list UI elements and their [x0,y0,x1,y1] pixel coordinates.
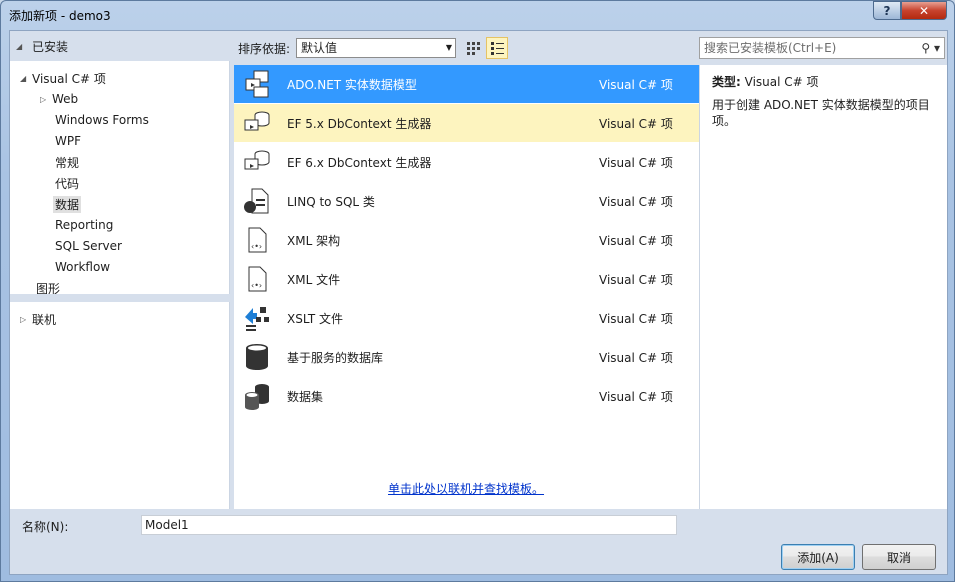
template-name: EF 5.x DbContext 生成器 [287,117,432,131]
linq-icon [244,188,269,214]
tree-item-label: SQL Server [55,239,122,253]
list-view-button[interactable] [486,37,508,59]
template-name: XML 文件 [287,273,341,287]
ef-generator-icon [244,111,270,131]
tree-item-visual-csharp[interactable]: ◢ Visual C# 项 [20,68,106,88]
sort-label: 排序依据: [238,42,291,56]
template-type: Visual C# 项 [599,156,673,170]
search-placeholder: 搜索已安装模板(Ctrl+E) [704,41,837,55]
details-type-value: Visual C# 项 [744,75,819,89]
cancel-button[interactable]: 取消 [862,544,936,570]
template-type: Visual C# 项 [599,312,673,326]
tree-item-data[interactable]: 数据 [53,194,82,214]
grid-view-icon [467,42,480,55]
template-type: Visual C# 项 [599,78,673,92]
tree-item-sql-server[interactable]: SQL Server [55,236,122,256]
template-name: ADO.NET 实体数据模型 [287,78,417,92]
tree-item-online[interactable]: ▷ 联机 [20,309,56,329]
name-label: 名称(N): [22,520,69,534]
template-name: 数据集 [287,390,324,404]
chevron-down-icon: ▼ [445,43,452,52]
installed-header[interactable]: ◢ 已安装 [10,31,230,61]
template-row-ef6[interactable]: EF 6.x DbContext 生成器 Visual C# 项 [234,143,699,181]
sort-value: 默认值 [301,41,338,55]
tree-item-label: Reporting [55,218,114,232]
title-bar[interactable]: 添加新项 - demo3 ? ✕ [1,1,954,29]
collapsed-arrow-icon[interactable]: ▷ [20,315,32,324]
add-button[interactable]: 添加(A) [781,544,855,570]
tree-item-label: Windows Forms [55,113,149,127]
dialog-client: ◢ 已安装 ◢ Visual C# 项 ▷ Web Windows Forms … [9,30,948,575]
details-pane: 类型: Visual C# 项 用于创建 ADO.NET 实体数据模型的项目项。 [699,65,947,509]
template-type: Visual C# 项 [599,195,673,209]
tree-item-label: 联机 [32,312,57,327]
tree-item-label: Visual C# 项 [32,71,106,86]
entity-model-icon [245,70,269,98]
template-row-dataset[interactable]: 数据集 Visual C# 项 [234,377,699,415]
tree-item-label: Web [52,92,79,106]
template-list: ADO.NET 实体数据模型 Visual C# 项 EF 5.x DbCont… [234,65,699,509]
xslt-icon [245,307,269,331]
xml-schema-icon: ‹•› [248,227,267,253]
pane-separator [10,294,230,302]
template-row-xml-schema[interactable]: ‹•› XML 架构 Visual C# 项 [234,221,699,259]
medium-icons-view-button[interactable] [462,37,484,59]
template-type: Visual C# 项 [599,234,673,248]
template-type: Visual C# 项 [599,351,673,365]
template-type: Visual C# 项 [599,390,673,404]
svg-text:‹•›: ‹•› [251,281,262,290]
template-name: XSLT 文件 [287,312,344,326]
category-pane: ◢ 已安装 ◢ Visual C# 项 ▷ Web Windows Forms … [10,31,230,509]
dataset-icon [245,384,269,410]
window-title: 添加新项 - demo3 [9,9,111,23]
ef-generator-icon [244,150,270,170]
find-online-templates-link[interactable]: 单击此处以联机并查找模板。 [388,480,544,497]
template-name: EF 6.x DbContext 生成器 [287,156,432,170]
template-type: Visual C# 项 [599,117,673,131]
tree-item-label: 常规 [55,155,80,170]
template-row-linq[interactable]: LINQ to SQL 类 Visual C# 项 [234,182,699,220]
tree-item-code[interactable]: 代码 [55,173,79,193]
tree-item-workflow[interactable]: Workflow [55,257,110,277]
template-name: 基于服务的数据库 [287,351,384,365]
tree-item-label: WPF [55,134,82,148]
template-name: LINQ to SQL 类 [287,195,375,209]
template-name: XML 架构 [287,234,341,248]
svg-text:‹•›: ‹•› [251,242,262,251]
collapse-triangle-icon: ◢ [16,41,23,51]
template-row-ado-net[interactable]: ADO.NET 实体数据模型 Visual C# 项 [234,65,699,103]
sort-toolbar: 排序依据: 默认值 ▼ [234,36,698,60]
help-button[interactable]: ? [873,1,901,20]
tree-item-label: 数据 [53,195,82,213]
tree-item-windows-forms[interactable]: Windows Forms [55,110,149,130]
tree-item-general[interactable]: 常规 [55,152,79,172]
details-description: 用于创建 ADO.NET 实体数据模型的项目项。 [712,98,930,128]
search-input[interactable]: 搜索已安装模板(Ctrl+E) ⚲ ▾ [699,37,945,59]
collapsed-arrow-icon[interactable]: ▷ [40,95,52,104]
details-type: 类型: Visual C# 项 [712,73,819,90]
tree-item-reporting[interactable]: Reporting [55,215,113,235]
name-field[interactable]: Model1 [141,515,677,535]
dialog-window: 添加新项 - demo3 ? ✕ ◢ 已安装 ◢ Visual C# 项 ▷ W… [0,0,955,582]
tree-item-wpf[interactable]: WPF [55,131,81,151]
sort-combo[interactable]: 默认值 ▼ [296,38,456,58]
tree-item-web[interactable]: ▷ Web [40,89,78,109]
installed-label: 已安装 [32,39,69,54]
expanded-arrow-icon[interactable]: ◢ [20,74,32,83]
template-type: Visual C# 项 [599,273,673,287]
template-row-xslt[interactable]: XSLT 文件 Visual C# 项 [234,299,699,337]
close-button[interactable]: ✕ [901,1,947,20]
database-icon [246,344,268,370]
tree-item-label: Workflow [55,260,111,274]
search-icon[interactable]: ⚲ ▾ [921,38,940,58]
xml-file-icon: ‹•› [248,266,267,292]
template-row-service-db[interactable]: 基于服务的数据库 Visual C# 项 [234,338,699,376]
details-type-label: 类型: [712,75,741,89]
tree-item-label: 代码 [55,176,80,191]
list-view-icon [491,42,504,55]
template-row-ef5[interactable]: EF 5.x DbContext 生成器 Visual C# 项 [234,104,699,142]
template-row-xml-file[interactable]: ‹•› XML 文件 Visual C# 项 [234,260,699,298]
